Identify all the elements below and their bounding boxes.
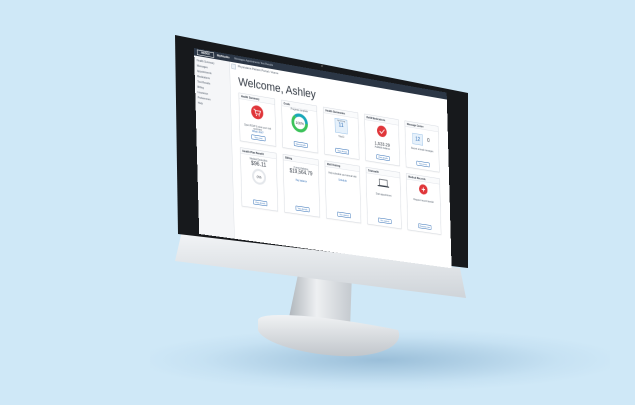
view-now-button[interactable]: View now	[251, 134, 266, 142]
progress-value: 100%	[296, 121, 305, 126]
app-name[interactable]: MyStudio	[217, 54, 230, 59]
card-refill-medications: Refill Medications 1,533.29 Available ba…	[364, 113, 400, 167]
card-message-center: Message Center 12 0 Recent unread messag…	[404, 120, 440, 173]
card-title: Well Visiting	[325, 161, 360, 172]
collapse-sidebar-button[interactable]	[231, 63, 237, 70]
pay-balance-link[interactable]: Pay balance	[284, 177, 319, 185]
view-details-button[interactable]: View details	[295, 205, 310, 213]
view-details-button[interactable]: View details	[376, 154, 390, 161]
view-details-button[interactable]: View details	[253, 199, 268, 207]
view-more-button[interactable]: View more	[416, 160, 430, 168]
scene: MEDEX MyStudio Messages Appointments Tes…	[0, 0, 635, 405]
card-medical-records: Medical Records Request record transfer …	[406, 173, 442, 235]
unread-count: 0	[427, 137, 430, 144]
gauge-value: 0%	[257, 175, 262, 180]
message-count: 12	[415, 136, 421, 143]
card-title: Billing	[283, 154, 319, 166]
camera-dot	[320, 64, 324, 68]
progress-ring: 100%	[282, 109, 317, 138]
card-well-visiting: Well Visiting Help schedule your annual …	[324, 160, 362, 224]
card-health-summary: Health Summary Open RSVP & view your vis…	[238, 92, 277, 147]
view-details-button[interactable]: View details	[335, 147, 350, 155]
view-details-button[interactable]: View details	[293, 141, 308, 148]
card-health-plan-benefit: Health Plan Benefit Medical Deductible $…	[240, 147, 278, 212]
card-goals: Goals Progress complete 100% View detail…	[281, 99, 319, 154]
get-started-button[interactable]: Get started	[378, 217, 392, 225]
card-title: Message Center	[405, 121, 439, 133]
request-now-button[interactable]: Request now	[418, 223, 432, 230]
card-health-summaries: Health Summaries Upcoming 11 Total 2 Vie…	[323, 106, 360, 160]
upcoming-count: 11	[338, 121, 344, 129]
card-grid: Health Summary Open RSVP & view your vis…	[238, 92, 449, 268]
card-note: Total 2	[338, 134, 345, 139]
card-billing: Billing Current balance $19,564.79 Pay b…	[282, 153, 320, 218]
card-telehealth: Telehealth Start appointment Get started	[365, 166, 402, 230]
get-started-button[interactable]: Get started	[337, 211, 351, 219]
sidebar: Health Summary Messages Appointments Med…	[194, 55, 235, 239]
